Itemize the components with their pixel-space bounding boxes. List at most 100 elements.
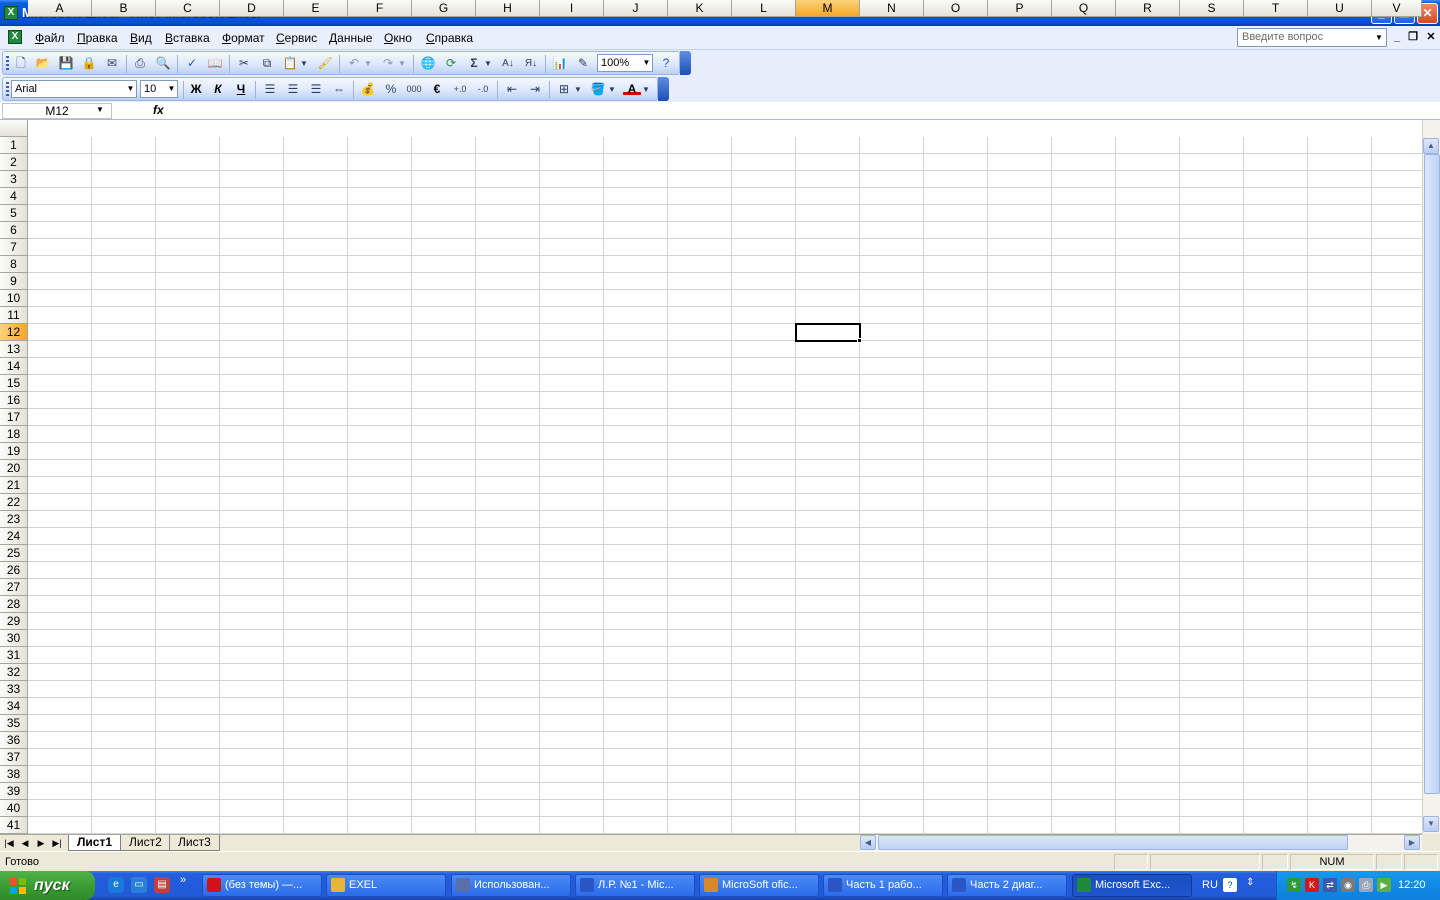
select-all-button[interactable]: [0, 120, 28, 137]
row-header-25[interactable]: 25: [0, 545, 28, 562]
font-size-dropdown-icon[interactable]: ▼: [166, 81, 177, 97]
column-header-s[interactable]: S: [1180, 0, 1244, 17]
refresh-icon[interactable]: ⟳: [442, 55, 460, 72]
underline-button[interactable]: Ч: [232, 81, 250, 98]
paste-icon[interactable]: 📋: [281, 55, 299, 72]
chart-wizard-icon[interactable]: 📊: [551, 55, 569, 72]
menu-item-8[interactable]: Справка: [426, 31, 473, 45]
autosum-dropdown-icon[interactable]: ▼: [483, 55, 493, 72]
fill-color-dropdown-icon[interactable]: ▼: [607, 81, 617, 98]
row-header-5[interactable]: 5: [0, 205, 28, 222]
row-header-39[interactable]: 39: [0, 783, 28, 800]
start-button[interactable]: пуск: [0, 871, 95, 900]
row-header-33[interactable]: 33: [0, 681, 28, 698]
prev-sheet-icon[interactable]: ◀: [18, 836, 32, 850]
column-header-r[interactable]: R: [1116, 0, 1180, 17]
network-tray-icon[interactable]: ↯: [1287, 878, 1301, 892]
column-header-q[interactable]: Q: [1052, 0, 1116, 17]
font-name-dropdown-icon[interactable]: ▼: [125, 81, 136, 97]
row-header-12[interactable]: 12: [0, 324, 28, 341]
row-header-35[interactable]: 35: [0, 715, 28, 732]
toolbar-grip[interactable]: [6, 56, 9, 71]
increase-decimal-icon[interactable]: +.0: [451, 81, 469, 98]
menu-item-6[interactable]: Данные: [329, 31, 372, 45]
column-header-p[interactable]: P: [988, 0, 1052, 17]
row-header-11[interactable]: 11: [0, 307, 28, 324]
language-help-icon[interactable]: ?: [1223, 878, 1237, 892]
italic-button[interactable]: К: [209, 81, 227, 98]
insert-hyperlink-icon[interactable]: 🌐: [419, 55, 437, 72]
next-sheet-icon[interactable]: ▶: [34, 836, 48, 850]
menu-item-2[interactable]: Вид: [130, 31, 152, 45]
last-sheet-icon[interactable]: ▶|: [50, 836, 64, 850]
row-header-7[interactable]: 7: [0, 239, 28, 256]
show-desktop-icon[interactable]: ▭: [131, 877, 147, 893]
font-color-icon[interactable]: A: [623, 81, 641, 96]
row-header-10[interactable]: 10: [0, 290, 28, 307]
open-folder-icon[interactable]: 📂: [34, 55, 52, 72]
row-header-3[interactable]: 3: [0, 171, 28, 188]
taskbar-button-7[interactable]: Microsoft Exc...: [1072, 874, 1192, 897]
merge-center-icon[interactable]: ⇔: [330, 81, 348, 98]
fill-handle[interactable]: [857, 338, 862, 343]
row-header-14[interactable]: 14: [0, 358, 28, 375]
column-header-o[interactable]: O: [924, 0, 988, 17]
sheet-tab-2[interactable]: Лист2: [120, 835, 171, 851]
help-icon[interactable]: ?: [657, 55, 675, 72]
excel-app-icon[interactable]: X: [4, 6, 18, 20]
row-header-28[interactable]: 28: [0, 596, 28, 613]
row-header-21[interactable]: 21: [0, 477, 28, 494]
row-header-1[interactable]: 1: [0, 137, 28, 154]
quicklaunch-more-icon[interactable]: »: [180, 874, 186, 886]
tray-expand-icon[interactable]: ⇕: [1246, 877, 1254, 888]
print-icon[interactable]: ⎙: [131, 55, 149, 72]
row-header-36[interactable]: 36: [0, 732, 28, 749]
decrease-decimal-icon[interactable]: -.0: [474, 81, 492, 98]
taskbar-button-2[interactable]: Использован...: [451, 874, 571, 897]
undo-dropdown-icon[interactable]: ▼: [363, 55, 373, 72]
row-header-17[interactable]: 17: [0, 409, 28, 426]
taskbar-button-5[interactable]: Часть 1 рабо...: [823, 874, 943, 897]
align-left-icon[interactable]: ☰: [261, 81, 279, 98]
workbook-close-button[interactable]: ✕: [1424, 29, 1438, 45]
borders-icon[interactable]: ⊞: [555, 81, 573, 98]
toolbar-options-icon[interactable]: [680, 51, 691, 75]
sheet-tab-3[interactable]: Лист3: [169, 835, 220, 851]
column-header-b[interactable]: B: [92, 0, 156, 17]
column-header-m[interactable]: M: [796, 0, 860, 17]
redo-icon[interactable]: ↷: [379, 55, 397, 72]
formula-input[interactable]: [170, 103, 1438, 119]
scroll-up-icon[interactable]: ▲: [1423, 138, 1439, 154]
column-header-g[interactable]: G: [412, 0, 476, 17]
column-header-h[interactable]: H: [476, 0, 540, 17]
sort-descending-icon[interactable]: Я↓: [522, 55, 540, 72]
email-icon[interactable]: ✉: [103, 55, 121, 72]
row-header-27[interactable]: 27: [0, 579, 28, 596]
fill-color-icon[interactable]: 🪣: [589, 81, 607, 98]
research-icon[interactable]: 📖: [206, 55, 224, 72]
taskbar-button-0[interactable]: (без темы) —...: [202, 874, 322, 897]
menu-item-0[interactable]: Файл: [35, 31, 65, 45]
row-header-22[interactable]: 22: [0, 494, 28, 511]
paste-dropdown-icon[interactable]: ▼: [299, 55, 309, 72]
quicklaunch-app-icon[interactable]: ▤: [154, 877, 170, 893]
vertical-scrollbar[interactable]: ▲ ▼: [1422, 120, 1440, 834]
help-question-input[interactable]: Введите вопрос: [1237, 28, 1387, 47]
font-name-combo[interactable]: Arial: [11, 80, 137, 98]
print-preview-icon[interactable]: 🔍: [154, 55, 172, 72]
new-document-icon[interactable]: 🗋: [12, 55, 30, 72]
menu-item-1[interactable]: Правка: [77, 31, 118, 45]
workbook-icon[interactable]: X: [8, 30, 22, 44]
redo-dropdown-icon[interactable]: ▼: [397, 55, 407, 72]
column-header-e[interactable]: E: [284, 0, 348, 17]
increase-indent-icon[interactable]: ⇥: [526, 81, 544, 98]
taskbar-button-1[interactable]: EXEL: [326, 874, 446, 897]
permission-icon[interactable]: 🔒: [80, 55, 98, 72]
row-header-29[interactable]: 29: [0, 613, 28, 630]
column-header-t[interactable]: T: [1244, 0, 1308, 17]
horizontal-scrollbar[interactable]: ◀ ▶: [860, 834, 1422, 851]
taskbar-button-6[interactable]: Часть 2 диаг...: [947, 874, 1067, 897]
align-center-icon[interactable]: ☰: [284, 81, 302, 98]
language-indicator[interactable]: RU: [1202, 879, 1218, 891]
decrease-indent-icon[interactable]: ⇤: [503, 81, 521, 98]
